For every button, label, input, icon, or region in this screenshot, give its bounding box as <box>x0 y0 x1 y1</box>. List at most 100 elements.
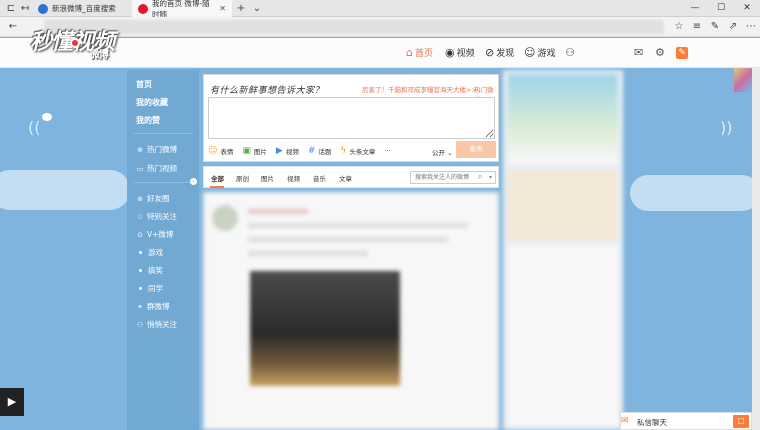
sidebar-item-friends[interactable]: ⊚ 好友圈 <box>136 193 169 204</box>
tab-images[interactable]: 图片 <box>261 173 274 183</box>
tab-music[interactable]: 音乐 <box>313 173 326 183</box>
sidebar-item-funny[interactable]: 搞笑 <box>136 265 163 276</box>
sidebar-item-label: 游戏 <box>148 248 163 257</box>
emoji-icon: ☺ <box>208 146 218 156</box>
close-window-button[interactable]: ✕ <box>734 0 760 17</box>
sidebar-item-label: 悄悄关注 <box>147 320 177 329</box>
tab-preview-icon[interactable]: ⊏ <box>4 2 18 15</box>
weibo-favicon-icon <box>138 3 148 14</box>
sidebar-item-classmates[interactable]: 同学 <box>136 283 163 294</box>
sidebar-item-label: 热门微博 <box>147 145 177 154</box>
hot-icon: ⊕ <box>137 145 143 154</box>
share-icon[interactable]: ⇗ <box>726 20 740 33</box>
divider <box>133 133 193 134</box>
home-icon: ⌂ <box>406 46 413 59</box>
sidebar-item-group-weibo[interactable]: ⚭ 群微博 <box>136 301 170 312</box>
private-chat-bar[interactable]: ✉ 私信聊天 ☐ <box>620 412 752 430</box>
compose-textarea[interactable] <box>208 97 495 139</box>
favorites-icon[interactable]: ☆ <box>672 20 686 33</box>
secret-follow-icon: ⚇ <box>136 320 144 329</box>
sidebar-item-label: 首页 <box>136 80 152 89</box>
chevron-down-icon[interactable]: ▾ <box>489 174 492 181</box>
left-sidebar: 首页 我的收藏 我的赞 ⊕ 热门微博 ▭ 热门视频 ⊚ 好友圈 ☆ 特别关注 ⊙ V+微博… <box>127 70 199 430</box>
signal-wave-decoration: )) <box>720 118 733 137</box>
tab-list-icon[interactable]: ⌄ <box>250 2 264 15</box>
sidebar-item-favorites[interactable]: 我的收藏 <box>136 97 168 108</box>
tab-all[interactable]: 全部 <box>211 173 224 183</box>
more-icon[interactable]: ⋯ <box>744 20 758 33</box>
sidebar-item-vplus[interactable]: ⊙ V+微博 <box>136 229 173 240</box>
compose-icon[interactable]: ✎ <box>676 47 688 59</box>
sidebar-item-home[interactable]: 首页 <box>136 79 152 90</box>
maximize-button[interactable]: ☐ <box>708 0 734 17</box>
publish-button[interactable]: 发布 <box>456 141 496 158</box>
tab-baidu-search[interactable]: 新浪微博_百度搜索 <box>32 0 132 17</box>
reading-list-icon[interactable]: ≡ <box>690 20 704 33</box>
minimize-button[interactable]: — <box>682 0 708 17</box>
play-icon[interactable]: ▶ <box>0 388 24 416</box>
sidebar-item-label: 群微博 <box>147 302 170 311</box>
tab-videos[interactable]: 视频 <box>287 173 300 183</box>
compose-title: 有什么新鲜事想告诉大家？ <box>210 86 325 96</box>
weibo-eye-icon <box>70 38 80 48</box>
image-icon: ▣ <box>242 146 251 156</box>
feed-search-input[interactable] <box>411 172 475 183</box>
feed-filter-tabs: 全部 原创 图片 视频 音乐 文章 ⌕ ▾ <box>203 166 499 188</box>
sidebar-item-games[interactable]: 游戏 <box>136 247 163 258</box>
nav-discover[interactable]: ⊘ 发现 <box>485 46 514 59</box>
headline-article-button[interactable]: ϟ 头条文章 <box>340 146 375 156</box>
bullet-icon <box>139 269 142 272</box>
nav-home[interactable]: ⌂ 首页 <box>406 46 433 59</box>
user-icon[interactable]: ⚇ <box>565 46 575 59</box>
visibility-dropdown[interactable]: 公开 ⌄ <box>432 147 453 157</box>
topic-button[interactable]: # 话题 <box>308 146 332 156</box>
sidebar-item-label: 我的赞 <box>136 116 160 125</box>
tab-articles[interactable]: 文章 <box>339 173 352 183</box>
tab-weibo-home[interactable]: 我的首页 微博-随时随 ✕ <box>132 0 232 19</box>
nav-video[interactable]: ◉ 视频 <box>445 46 475 59</box>
signal-wave-decoration: (( <box>28 118 41 137</box>
chat-label: 私信聊天 <box>637 418 667 427</box>
tab-original[interactable]: 原创 <box>236 173 249 183</box>
lightning-icon: ϟ <box>340 146 347 156</box>
baidu-favicon-icon <box>38 3 48 14</box>
right-sidebar-blurred <box>503 70 623 430</box>
more-tools-button[interactable]: ··· <box>384 147 390 155</box>
video-button[interactable]: ▶ 视频 <box>276 146 299 156</box>
promo-link[interactable]: 厉害了！千脑和邓成李曝官海天大楼>> <box>362 84 477 94</box>
sidebar-item-hot-weibo[interactable]: ⊕ 热门微博 <box>136 144 177 155</box>
placeholder-line <box>248 223 468 228</box>
page-scrollbar[interactable] <box>752 68 760 430</box>
nav-discover-label: 发现 <box>496 49 515 59</box>
bullet-icon <box>139 251 142 254</box>
image-button[interactable]: ▣ 图片 <box>242 146 267 156</box>
search-icon[interactable]: ⌕ <box>478 172 482 182</box>
collapse-sidebar-icon[interactable]: ‹ <box>190 178 197 185</box>
sidebar-item-special-follow[interactable]: ☆ 特别关注 <box>136 211 177 222</box>
video-watermark-logo: 秒懂视频 微博 <box>30 24 115 61</box>
notes-icon[interactable]: ✎ <box>708 20 722 33</box>
chat-bubble-icon[interactable]: ☐ <box>733 415 749 428</box>
corner-decoration <box>734 68 752 92</box>
post-image[interactable] <box>250 271 400 386</box>
url-field[interactable] <box>44 20 664 34</box>
back-icon[interactable]: ← <box>6 20 20 33</box>
sidebar-item-secret-follow[interactable]: ⚇ 悄悄关注 <box>136 319 177 330</box>
placeholder-line <box>248 209 308 214</box>
sidebar-item-hot-video[interactable]: ▭ 热门视频 <box>136 163 177 174</box>
recommend-card <box>508 170 618 240</box>
nav-games-label: 游戏 <box>537 49 556 59</box>
sidebar-item-likes[interactable]: 我的赞 <box>136 115 160 126</box>
gear-icon[interactable]: ⚙ <box>655 46 665 59</box>
set-aside-tabs-icon[interactable]: ↤ <box>18 2 32 15</box>
placeholder-line <box>248 237 448 242</box>
star-icon: ☆ <box>136 212 144 221</box>
nav-home-label: 首页 <box>414 49 433 59</box>
close-tab-icon[interactable]: ✕ <box>219 4 226 13</box>
emoji-button[interactable]: ☺ 表情 <box>208 146 233 156</box>
nav-games[interactable]: ☺ 游戏 <box>524 46 555 59</box>
sidebar-item-label: 热门视频 <box>147 164 177 173</box>
mail-icon[interactable]: ✉ <box>634 46 643 59</box>
browser-tab-bar: ⊏ ↤ 新浪微博_百度搜索 我的首页 微博-随时随 ✕ + ⌄ — ☐ ✕ <box>0 0 760 19</box>
new-tab-icon[interactable]: + <box>234 2 248 15</box>
